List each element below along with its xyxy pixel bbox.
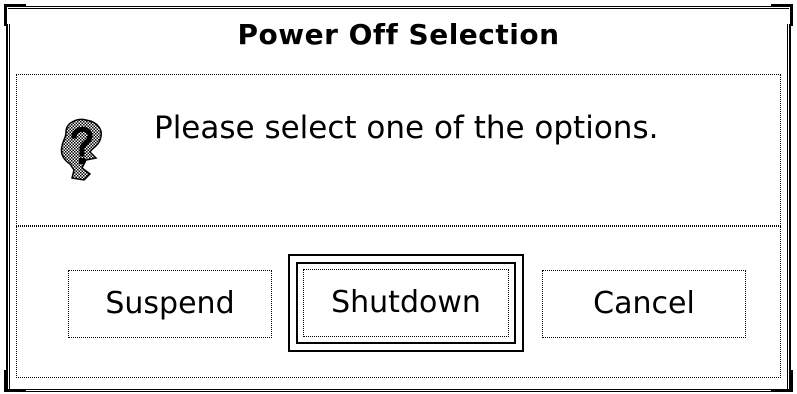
dialog-message: Please select one of the options.: [154, 110, 659, 146]
suspend-button-label: Suspend: [105, 286, 235, 321]
question-help-icon: [60, 118, 102, 181]
suspend-button[interactable]: Suspend: [68, 270, 272, 338]
window-frame-right[interactable]: [787, 24, 791, 391]
message-panel: [16, 74, 781, 226]
window-frame-top: [8, 6, 789, 9]
shutdown-button[interactable]: Shutdown: [303, 269, 509, 337]
dialog-title[interactable]: Power Off Selection: [0, 18, 797, 51]
cancel-button-label: Cancel: [593, 286, 695, 321]
window-frame-left[interactable]: [6, 24, 10, 391]
cancel-button[interactable]: Cancel: [542, 270, 746, 338]
window-frame-bottom[interactable]: [8, 389, 789, 392]
shutdown-button-label: Shutdown: [331, 285, 481, 320]
power-off-dialog: Power Off Selection Please select one of…: [0, 0, 797, 394]
